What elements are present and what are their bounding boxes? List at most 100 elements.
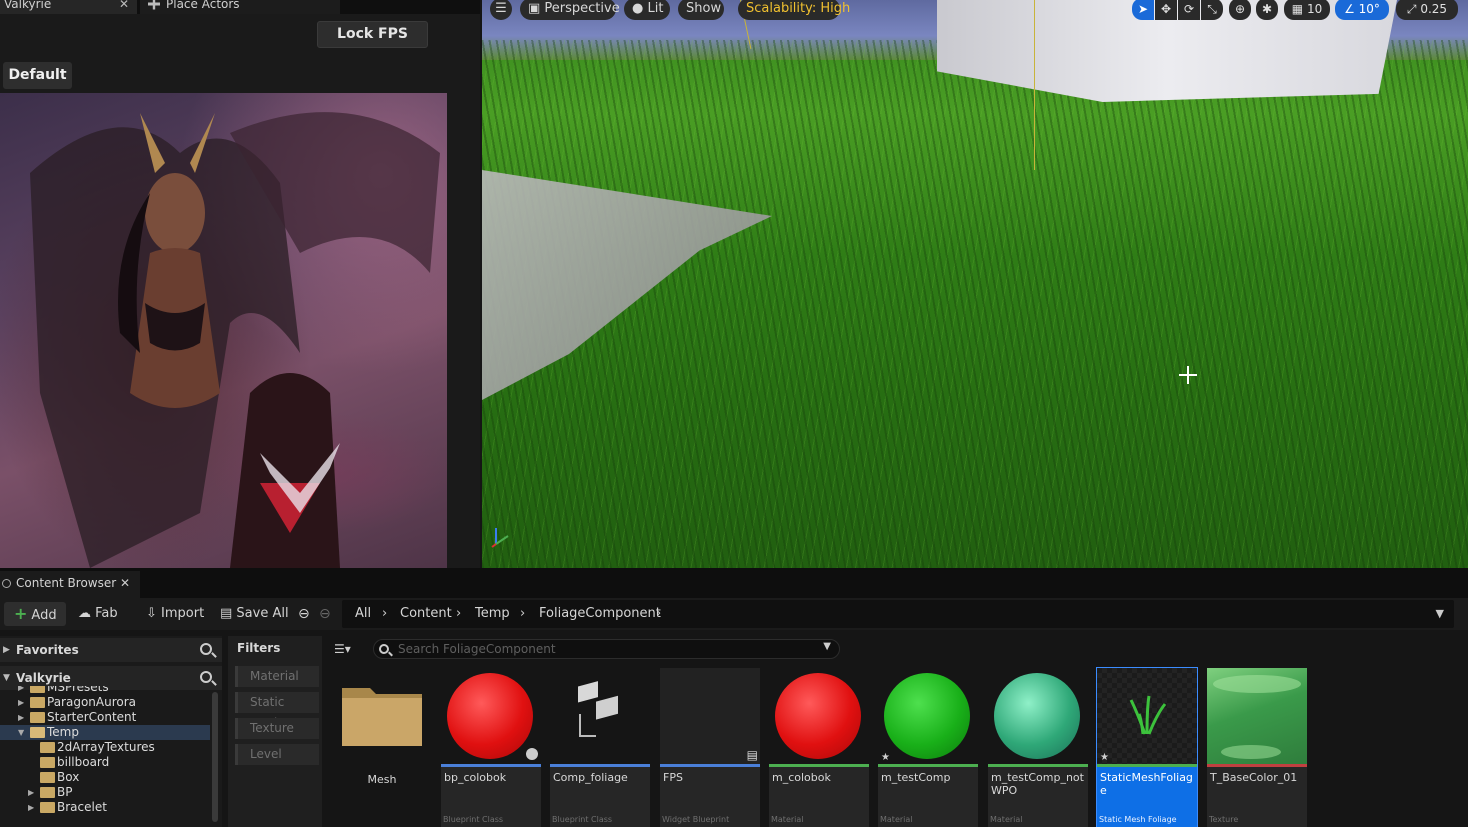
document-tabbar: Valkyrie ✕ Place Actors — [0, 0, 480, 14]
tree-item[interactable]: ▶ StarterContent — [0, 710, 210, 725]
world-local-icon[interactable]: ⊕ — [1229, 0, 1251, 20]
tab-place-actors[interactable]: Place Actors — [140, 0, 340, 14]
tab-valkyrie[interactable]: Valkyrie ✕ — [0, 0, 137, 14]
asset-tile[interactable]: Comp_foliage Blueprint Class — [550, 668, 650, 827]
chevron-down-icon[interactable]: ▼ — [1436, 600, 1444, 628]
folder-icon — [342, 688, 422, 746]
lit-label: Lit — [647, 1, 664, 16]
project-label: Valkyrie — [16, 671, 71, 685]
content-browser: Content Browser ✕ + Add ☁ Fab ⇩ Import ▤ … — [0, 568, 1468, 827]
lock-fps-button[interactable]: Lock FPS — [317, 21, 428, 48]
close-icon[interactable]: ✕ — [120, 571, 130, 595]
move-tool-icon[interactable]: ✥ — [1155, 0, 1177, 20]
asset-name: bp_colobok — [444, 771, 507, 784]
import-button[interactable]: ⇩ Import — [146, 602, 204, 626]
perspective-button[interactable]: ▣ Perspective — [520, 0, 620, 20]
favorites-header[interactable]: ▶ Favorites — [0, 638, 222, 662]
breadcrumb-all[interactable]: All — [355, 600, 371, 628]
tree-item-label: billboard — [57, 755, 110, 769]
chevron-right-icon[interactable]: › — [456, 600, 461, 628]
search-icon[interactable] — [200, 643, 212, 655]
scale-tool-icon[interactable]: ⤡ — [1201, 0, 1223, 20]
select-tool-icon[interactable]: ➤ — [1132, 0, 1154, 20]
filter-material[interactable]: Material — [235, 666, 319, 687]
scale-snap-button[interactable]: ⤢ 0.25 — [1396, 0, 1458, 20]
chevron-right-icon[interactable]: ▶ — [28, 800, 34, 815]
asset-tile[interactable]: Mesh — [332, 668, 432, 827]
rotation-snap-button[interactable]: ∠ 10° — [1335, 0, 1389, 20]
filter-level[interactable]: Level — [235, 744, 319, 765]
chevron-right-icon[interactable]: › — [656, 600, 661, 628]
tab-label: Valkyrie — [4, 0, 52, 11]
close-icon[interactable]: ✕ — [119, 0, 129, 11]
chevron-right-icon[interactable]: › — [520, 600, 525, 628]
asset-tile[interactable]: m_colobok Material — [769, 668, 869, 827]
asset-type: Blueprint Class — [552, 815, 613, 824]
material-sphere-icon — [884, 673, 970, 759]
scrollbar[interactable] — [212, 692, 218, 822]
surface-snap-icon[interactable]: ✱ — [1256, 0, 1278, 20]
tab-content-browser[interactable]: Content Browser ✕ — [0, 571, 140, 598]
search-icon[interactable] — [200, 671, 212, 683]
asset-tile[interactable]: m_testComp_notWPO Material — [988, 668, 1088, 827]
folder-icon — [40, 757, 55, 768]
filter-texture[interactable]: Texture — [235, 718, 319, 739]
asset-name: T_BaseColor_01 — [1210, 771, 1298, 784]
tree-item-label: StarterContent — [47, 710, 137, 724]
search-box: ▼ — [373, 639, 840, 659]
folder-icon — [30, 727, 45, 738]
filter-static-mesh[interactable]: Static Mesh — [235, 692, 319, 730]
tree-item[interactable]: ▶ Bracelet — [0, 800, 210, 815]
asset-type: Material — [990, 815, 1023, 824]
asset-tile[interactable]: ★ StaticMeshFoliage Static Mesh Foliage — [1096, 667, 1198, 827]
scalability-button[interactable]: Scalability: High — [738, 0, 850, 20]
add-button[interactable]: + Add — [4, 602, 66, 626]
back-icon[interactable]: ⊖ — [298, 602, 310, 626]
tree-item[interactable]: ▶Box — [0, 770, 210, 785]
chevron-down-icon[interactable]: ▼ — [18, 725, 24, 740]
chevron-right-icon[interactable]: ▶ — [18, 695, 24, 710]
grid-snap-button[interactable]: ▦ 10 — [1284, 0, 1330, 20]
save-all-button[interactable]: ▤ Save All — [220, 602, 289, 626]
breadcrumb-foliagecomponent[interactable]: FoliageComponent — [539, 600, 661, 628]
tab-label: Content Browser — [16, 576, 117, 590]
tree-item[interactable]: ▶ MSPresets — [0, 686, 210, 695]
search-input[interactable] — [398, 640, 818, 658]
asset-tile[interactable]: T_BaseColor_01 Texture — [1207, 668, 1307, 827]
asset-tile[interactable]: ★ m_testComp Material — [878, 668, 978, 827]
show-button[interactable]: Show — [678, 0, 724, 20]
breadcrumb-content[interactable]: Content — [400, 600, 452, 628]
grid-icon: ▦ — [1291, 2, 1307, 16]
chevron-right-icon[interactable]: › — [382, 600, 387, 628]
filter-icon[interactable]: ☰▾ — [334, 642, 351, 656]
rotate-tool-icon[interactable]: ⟳ — [1178, 0, 1200, 20]
chevron-right-icon[interactable]: ▶ — [18, 686, 24, 695]
lit-button[interactable]: ● Lit — [624, 0, 670, 20]
tree-item[interactable]: ▶2dArrayTextures — [0, 740, 210, 755]
tree-item[interactable]: ▶billboard — [0, 755, 210, 770]
forward-icon[interactable]: ⊖ — [319, 602, 331, 626]
grass-icon — [1129, 695, 1167, 735]
asset-tile[interactable]: bp_colobok Blueprint Class — [441, 668, 541, 827]
tree-item[interactable]: ▶ BP — [0, 785, 210, 800]
chevron-right-icon[interactable]: ▶ — [28, 785, 34, 800]
tree-item[interactable]: ▶ ParagonAurora — [0, 695, 210, 710]
place-actors-icon — [148, 0, 160, 10]
folder-icon — [40, 742, 55, 753]
fab-button[interactable]: ☁ Fab — [78, 602, 118, 626]
level-viewport[interactable]: ☰ ▣ Perspective ● Lit Show Scalability: … — [482, 0, 1468, 568]
breadcrumb-temp[interactable]: Temp — [475, 600, 510, 628]
chevron-right-icon[interactable]: ▶ — [18, 710, 24, 725]
asset-tile[interactable]: ▤ FPS Widget Blueprint — [660, 668, 760, 827]
chevron-down-icon[interactable]: ▼ — [823, 641, 831, 652]
tree-item[interactable]: ▼ Temp — [0, 725, 210, 740]
default-tab[interactable]: Default — [3, 62, 72, 89]
content-browser-toolbar: + Add ☁ Fab ⇩ Import ▤ Save All ⊖ ⊖ All ›… — [0, 598, 1468, 630]
blueprint-badge-icon — [526, 748, 538, 760]
folder-icon — [40, 772, 55, 783]
search-icon — [379, 644, 389, 654]
angle-icon: ∠ — [1344, 2, 1359, 16]
asset-name: Comp_foliage — [553, 771, 628, 784]
tree-item-label: Bracelet — [57, 800, 107, 814]
tree-item-label: ParagonAurora — [47, 695, 137, 709]
